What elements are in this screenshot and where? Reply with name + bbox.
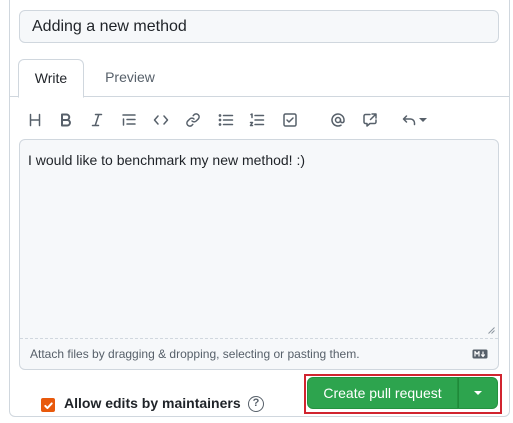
markdown-toolbar (19, 106, 499, 134)
quote-icon[interactable] (115, 106, 143, 134)
markdown-icon[interactable] (472, 349, 488, 359)
saved-replies-icon[interactable] (397, 106, 431, 134)
ordered-list-icon[interactable] (243, 106, 271, 134)
mention-icon[interactable] (324, 106, 352, 134)
heading-icon[interactable] (21, 106, 49, 134)
file-attachment-area[interactable]: Attach files by dragging & dropping, sel… (20, 338, 498, 369)
bold-icon[interactable] (52, 106, 80, 134)
comment-body-textarea[interactable]: I would like to benchmark my new method!… (20, 140, 498, 338)
checkmark-icon (43, 401, 53, 409)
caret-down-icon (474, 391, 482, 395)
task-list-icon[interactable] (276, 106, 304, 134)
link-icon[interactable] (179, 106, 207, 134)
code-icon[interactable] (147, 106, 175, 134)
unordered-list-icon[interactable] (212, 106, 240, 134)
editor-tabs: Write Preview (10, 59, 509, 98)
italic-icon[interactable] (83, 106, 111, 134)
attach-files-hint: Attach files by dragging & dropping, sel… (30, 347, 360, 361)
tab-write[interactable]: Write (18, 59, 84, 98)
create-pull-request-button[interactable]: Create pull request (307, 377, 458, 409)
resize-grip-icon[interactable] (487, 326, 495, 334)
allow-edits-label[interactable]: Allow edits by maintainers (64, 395, 241, 411)
comment-editor: I would like to benchmark my new method!… (19, 139, 499, 370)
help-icon[interactable]: ? (248, 396, 264, 412)
title-input[interactable] (19, 10, 499, 43)
create-options-dropdown-button[interactable] (458, 377, 498, 409)
tab-preview[interactable]: Preview (94, 59, 166, 98)
cross-reference-icon[interactable] (356, 106, 384, 134)
allow-edits-checkbox[interactable] (41, 398, 55, 412)
